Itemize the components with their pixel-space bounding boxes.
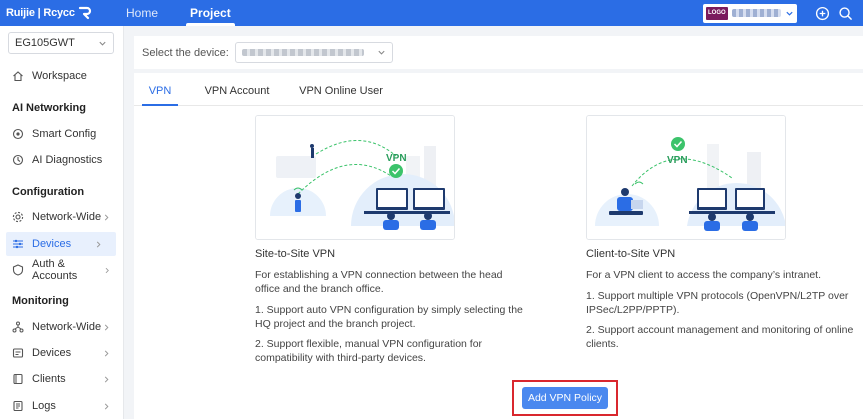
brand-mark-icon bbox=[78, 6, 91, 20]
nav-home[interactable]: Home bbox=[110, 0, 174, 26]
brand-logo[interactable]: Ruijie | Rcycc bbox=[0, 0, 110, 26]
sidebar: EG105GWT Workspace AI Networking Smart C… bbox=[0, 26, 124, 419]
home-icon bbox=[13, 71, 23, 82]
client-to-site-illustration: VPN bbox=[586, 115, 786, 240]
vpn-panel: VPN VPN Account VPN Online User VPN Site… bbox=[134, 73, 863, 419]
site-to-site-illustration: VPN bbox=[255, 115, 455, 240]
device-select[interactable] bbox=[234, 42, 393, 63]
top-bar: Ruijie | Rcycc Home Project LOGO bbox=[0, 0, 863, 26]
device-select-label: Select the device: bbox=[142, 46, 229, 59]
chevron-right-icon bbox=[104, 214, 109, 220]
sidebar-item-label: Devices bbox=[32, 238, 72, 250]
vpn-tabs: VPN VPN Account VPN Online User bbox=[134, 73, 863, 106]
sidebar-item-label: Workspace bbox=[32, 70, 87, 82]
site-to-site-description: For establishing a VPN connection betwee… bbox=[255, 269, 503, 295]
topology-icon bbox=[12, 321, 24, 333]
sidebar-item-label: Devices bbox=[32, 347, 72, 359]
clients-icon bbox=[13, 373, 23, 385]
main-nav: Home Project bbox=[110, 0, 247, 26]
chevron-down-icon bbox=[99, 41, 106, 46]
sidebar-item-label: Clients bbox=[32, 373, 66, 385]
org-name-redacted bbox=[731, 9, 781, 17]
tab-vpn-account[interactable]: VPN Account bbox=[204, 73, 270, 106]
site-to-site-point-1: 1. Support auto VPN configuration by sim… bbox=[255, 304, 523, 330]
chevron-right-icon bbox=[104, 324, 109, 330]
chevron-down-icon bbox=[786, 11, 793, 16]
tab-vpn[interactable]: VPN bbox=[142, 73, 178, 106]
search-icon[interactable] bbox=[838, 6, 853, 21]
device-icon bbox=[12, 348, 24, 358]
target-icon bbox=[12, 128, 24, 140]
client-to-site-graphic: VPN bbox=[587, 116, 785, 239]
sidebar-item-label: Logs bbox=[32, 400, 56, 412]
sliders-icon bbox=[13, 239, 23, 249]
sidebar-item-auth-accounts[interactable]: Auth & Accounts bbox=[0, 258, 124, 282]
add-circle-icon[interactable] bbox=[815, 6, 830, 21]
site-to-site-point-2: 2. Support flexible, manual VPN configur… bbox=[255, 338, 483, 364]
org-logo: LOGO bbox=[706, 6, 728, 20]
client-to-site-description: For a VPN client to access the company’s… bbox=[586, 269, 821, 281]
sidebar-device-select[interactable]: EG105GWT bbox=[8, 32, 114, 54]
chevron-right-icon bbox=[104, 350, 109, 356]
sidebar-device-name: EG105GWT bbox=[15, 37, 75, 49]
section-ai-networking: AI Networking bbox=[12, 102, 86, 114]
chevron-right-icon bbox=[96, 241, 101, 247]
organization-select[interactable]: LOGO bbox=[703, 3, 797, 23]
sidebar-item-ai-diagnostics[interactable]: AI Diagnostics bbox=[0, 148, 124, 172]
add-vpn-policy-highlight: Add VPN Policy bbox=[512, 380, 618, 416]
chevron-down-icon bbox=[378, 50, 385, 55]
nav-project[interactable]: Project bbox=[174, 0, 247, 26]
sidebar-item-network-wide[interactable]: Network-Wide bbox=[0, 205, 124, 229]
sidebar-item-monitoring-logs[interactable]: Logs bbox=[0, 394, 124, 418]
gear-icon bbox=[12, 211, 24, 223]
logs-icon bbox=[13, 400, 23, 412]
sidebar-item-label: Network-Wide bbox=[32, 321, 102, 333]
sidebar-item-label: Smart Config bbox=[32, 128, 97, 140]
site-to-site-graphic: VPN bbox=[256, 116, 454, 239]
sidebar-item-label: Auth & Accounts bbox=[32, 258, 78, 282]
diagnostics-icon bbox=[12, 154, 24, 166]
device-name-redacted bbox=[241, 49, 364, 56]
chevron-right-icon bbox=[104, 376, 109, 382]
vpn-badge-text: VPN bbox=[386, 153, 407, 164]
vpn-badge-text: VPN bbox=[667, 155, 688, 166]
site-to-site-title: Site-to-Site VPN bbox=[255, 248, 336, 260]
brand-name: Ruijie | Rcycc bbox=[6, 7, 75, 19]
device-selector-bar: Select the device: bbox=[134, 36, 863, 69]
topbar-actions: LOGO bbox=[703, 0, 863, 26]
chevron-right-icon bbox=[104, 403, 109, 409]
client-to-site-point-2: 2. Support account management and monito… bbox=[586, 324, 854, 350]
sidebar-item-label: AI Diagnostics bbox=[32, 154, 103, 166]
sidebar-item-monitoring-devices[interactable]: Devices bbox=[0, 341, 124, 365]
sidebar-item-devices[interactable]: Devices bbox=[6, 232, 116, 256]
section-configuration: Configuration bbox=[12, 186, 85, 198]
sidebar-item-label: Network-Wide bbox=[32, 211, 102, 223]
section-monitoring: Monitoring bbox=[12, 295, 69, 307]
chevron-right-icon bbox=[105, 267, 109, 273]
sidebar-item-monitoring-network-wide[interactable]: Network-Wide bbox=[0, 315, 124, 339]
tab-vpn-online-user[interactable]: VPN Online User bbox=[299, 73, 383, 106]
sidebar-item-workspace[interactable]: Workspace bbox=[0, 64, 124, 88]
sidebar-item-smart-config[interactable]: Smart Config bbox=[0, 122, 124, 146]
client-to-site-title: Client-to-Site VPN bbox=[586, 248, 676, 260]
add-vpn-policy-button[interactable]: Add VPN Policy bbox=[522, 387, 608, 409]
shield-icon bbox=[12, 264, 24, 276]
client-to-site-point-1: 1. Support multiple VPN protocols (OpenV… bbox=[586, 290, 849, 316]
sidebar-item-monitoring-clients[interactable]: Clients bbox=[0, 367, 124, 391]
